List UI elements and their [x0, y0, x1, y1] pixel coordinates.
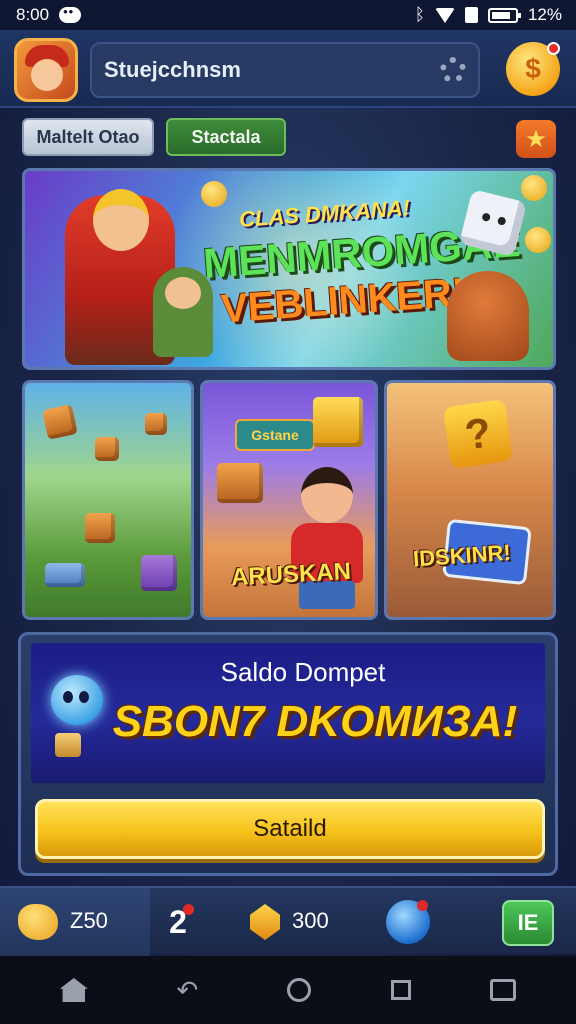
- crate-block: [42, 404, 78, 440]
- message-icon: [59, 4, 82, 23]
- tab-second[interactable]: Stactala: [166, 118, 286, 156]
- orb-icon[interactable]: [386, 900, 430, 944]
- wallet-panel: Saldo Dompet SBON7 DKOMИЗA! Sataild: [18, 632, 558, 876]
- wallet-display: Saldo Dompet SBON7 DKOMИЗA!: [31, 643, 545, 783]
- gear-icon[interactable]: [440, 57, 466, 83]
- gems-icon: [250, 904, 280, 940]
- keyboard-icon[interactable]: [490, 979, 517, 1001]
- level-icon[interactable]: 2: [158, 902, 198, 942]
- coin-decoration: [201, 181, 227, 207]
- game-sign: Gstane: [235, 419, 315, 451]
- menu-button[interactable]: IE: [502, 900, 554, 946]
- coin-decoration: [521, 175, 547, 201]
- system-nav-bar: ↶: [0, 956, 576, 1024]
- wallet-title: Saldo Dompet: [220, 657, 386, 687]
- coin-symbol: $: [525, 53, 541, 84]
- star-icon[interactable]: ★: [516, 120, 556, 158]
- bluetooth-icon: ᛒ: [414, 5, 425, 24]
- treasure-box-icon: [55, 733, 81, 757]
- bottom-resource-bar: Z50 2 300 IE: [0, 886, 576, 956]
- question-box-icon: ?: [442, 398, 514, 470]
- clock: 8:00: [16, 5, 50, 24]
- wallet-action-button[interactable]: Sataild: [35, 799, 545, 859]
- tab-first[interactable]: Maltelt Otao: [22, 118, 154, 156]
- coins-panel[interactable]: Z50: [0, 888, 150, 956]
- gems-value: 300: [292, 908, 329, 933]
- avatar[interactable]: [14, 38, 78, 102]
- sim-icon: [464, 7, 478, 23]
- back-icon[interactable]: ↶: [167, 975, 207, 1006]
- boy-head: [301, 467, 353, 523]
- hero-banner[interactable]: CLAS DMKANA! MENMROMGAE VEBLINKER!: [22, 168, 556, 370]
- cookie-character: [447, 271, 529, 361]
- recents-icon[interactable]: [390, 980, 411, 1000]
- crate-block: [85, 513, 115, 543]
- boy-character: [287, 463, 367, 613]
- crate-block: [217, 463, 263, 503]
- circle-home-icon[interactable]: [286, 978, 311, 1002]
- crate-block: [145, 413, 167, 435]
- game-card-3[interactable]: ? IDSKINR!: [384, 380, 556, 620]
- game-card-1[interactable]: [22, 380, 194, 620]
- coin-decoration: [525, 227, 551, 253]
- battery-icon: [487, 7, 521, 23]
- search-input[interactable]: Stuejcchnsm: [104, 57, 440, 83]
- crate-block: [45, 563, 85, 587]
- status-bar: 8:00 ᛒ 12%: [0, 0, 576, 30]
- avatar-face: [31, 59, 63, 91]
- search-bar[interactable]: Stuejcchnsm: [90, 42, 480, 98]
- crate-block: [95, 437, 119, 461]
- notification-dot: [183, 904, 194, 915]
- coins-value: Z50: [70, 908, 108, 933]
- app-header: Stuejcchnsm $: [0, 30, 576, 108]
- home-icon[interactable]: [59, 978, 88, 1002]
- notification-dot: [547, 42, 560, 55]
- dice-block: [313, 397, 363, 447]
- coin-icon[interactable]: $: [506, 42, 560, 96]
- wallet-amount: SBON7 DKOMИЗA!: [112, 697, 518, 746]
- notification-dot: [417, 900, 428, 911]
- gift-box: [141, 555, 177, 591]
- wifi-icon: [434, 7, 455, 23]
- tab-row: Maltelt Otao Stactala ★: [0, 112, 576, 162]
- game-card-2[interactable]: Gstane ARUSKAN: [200, 380, 378, 620]
- coins-icon: [18, 904, 58, 940]
- battery-percent: 12%: [527, 5, 562, 24]
